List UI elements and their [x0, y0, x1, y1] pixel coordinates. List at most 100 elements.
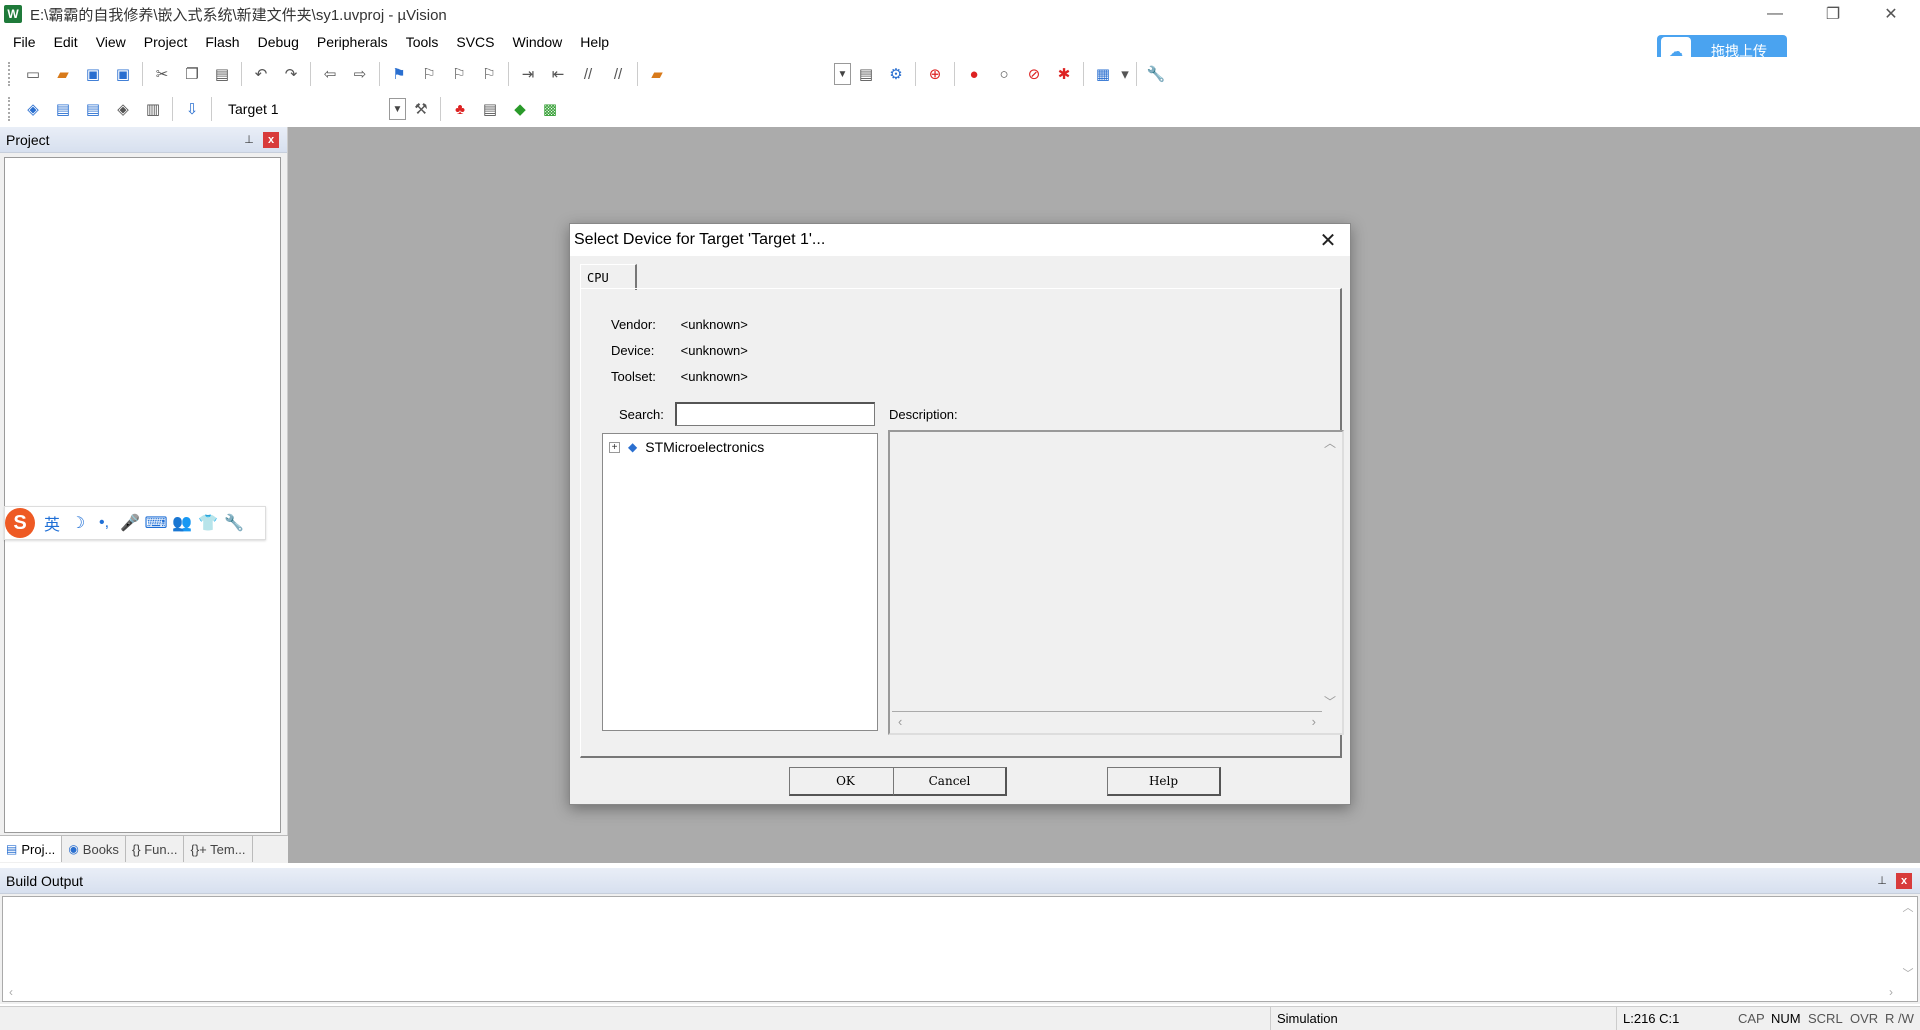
- tab-project[interactable]: ▤ Proj...: [0, 836, 63, 862]
- indent-icon[interactable]: ⇥: [515, 61, 541, 87]
- find-in-files-icon[interactable]: ▰: [644, 61, 670, 87]
- manage-multi-project-icon[interactable]: ▤: [477, 96, 503, 122]
- menu-flash[interactable]: Flash: [196, 29, 248, 55]
- target-dropdown-icon[interactable]: ▼: [389, 98, 406, 120]
- microphone-icon[interactable]: 🎤: [117, 513, 143, 533]
- manage-project-items-icon[interactable]: ♣: [447, 96, 473, 122]
- keyboard-icon[interactable]: ⌨: [143, 513, 169, 533]
- window-layout-icon[interactable]: ▦: [1090, 61, 1116, 87]
- scroll-up-icon[interactable]: ︿: [1903, 899, 1914, 915]
- copy-icon[interactable]: ❐: [179, 61, 205, 87]
- scroll-right-icon[interactable]: ›: [1312, 714, 1316, 729]
- find-icon[interactable]: ▤: [853, 61, 879, 87]
- help-button[interactable]: Help: [1107, 767, 1221, 796]
- batch-build-icon[interactable]: ◈: [110, 96, 136, 122]
- navigate-back-icon[interactable]: ⇦: [317, 61, 343, 87]
- device-tree[interactable]: + ◆ STMicroelectronics: [602, 433, 878, 731]
- kill-breakpoints-icon[interactable]: ✱: [1051, 61, 1077, 87]
- menu-peripherals[interactable]: Peripherals: [308, 29, 397, 55]
- tree-node-stmicroelectronics[interactable]: + ◆ STMicroelectronics: [609, 439, 764, 455]
- paste-icon[interactable]: ▤: [209, 61, 235, 87]
- cancel-button[interactable]: Cancel: [893, 767, 1007, 796]
- build-icon[interactable]: ▤: [50, 96, 76, 122]
- build-output-text[interactable]: ︿ ﹀ ‹ ›: [2, 896, 1918, 1002]
- tab-functions[interactable]: {} Fun...: [126, 836, 185, 862]
- punctuation-icon[interactable]: •,: [91, 514, 117, 532]
- tab-books[interactable]: ◉ Books: [62, 836, 126, 862]
- minimize-button[interactable]: —: [1746, 0, 1804, 28]
- bookmark-prev-icon[interactable]: ⚐: [416, 61, 442, 87]
- window-layout-dropdown-icon[interactable]: ▾: [1120, 61, 1130, 87]
- configure-wrench-icon[interactable]: 🔧: [1143, 61, 1169, 87]
- menu-edit[interactable]: Edit: [45, 29, 87, 55]
- manage-run-time-environment-icon[interactable]: ◆: [507, 96, 533, 122]
- tab-cpu[interactable]: CPU: [580, 264, 637, 290]
- find-combo-dropdown-icon[interactable]: ▼: [834, 63, 851, 85]
- menu-window[interactable]: Window: [504, 29, 572, 55]
- pin-icon[interactable]: ⊥: [1874, 873, 1890, 889]
- uncomment-icon[interactable]: //: [605, 61, 631, 87]
- scroll-up-icon[interactable]: ︿: [1324, 434, 1336, 451]
- pack-installer-icon[interactable]: ▩: [537, 96, 563, 122]
- expand-plus-icon[interactable]: +: [609, 441, 620, 453]
- restore-button[interactable]: ❐: [1804, 0, 1862, 28]
- ime-language-toggle[interactable]: 英: [39, 511, 65, 535]
- download-load-icon[interactable]: ⇩: [179, 96, 205, 122]
- unindent-icon[interactable]: ⇤: [545, 61, 571, 87]
- save-icon[interactable]: ▣: [80, 61, 106, 87]
- search-input[interactable]: [675, 402, 875, 426]
- menu-svcs[interactable]: SVCS: [447, 29, 503, 55]
- bookmark-clear-icon[interactable]: ⚐: [476, 61, 502, 87]
- toolbar-grip[interactable]: [8, 62, 12, 86]
- start-debug-icon[interactable]: ⊕: [922, 61, 948, 87]
- dialog-close-icon[interactable]: ✕: [1306, 224, 1350, 256]
- save-all-icon[interactable]: ▣: [110, 61, 136, 87]
- sogou-logo-icon[interactable]: S: [5, 508, 35, 538]
- description-vertical-scrollbar[interactable]: ︿ ﹀: [1320, 434, 1340, 710]
- scroll-down-icon[interactable]: ﹀: [1324, 693, 1336, 710]
- pin-icon[interactable]: ⊥: [241, 132, 257, 148]
- close-icon[interactable]: x: [1896, 872, 1912, 889]
- ok-button[interactable]: OK: [789, 767, 903, 796]
- close-icon[interactable]: x: [263, 131, 279, 148]
- insert-breakpoint-icon[interactable]: ●: [961, 61, 987, 87]
- bookmark-next-icon[interactable]: ⚐: [446, 61, 472, 87]
- menu-debug[interactable]: Debug: [249, 29, 308, 55]
- disable-breakpoints-icon[interactable]: ⊘: [1021, 61, 1047, 87]
- project-tree[interactable]: [4, 157, 281, 833]
- stop-build-icon[interactable]: ▥: [140, 96, 166, 122]
- scroll-left-icon[interactable]: ‹: [9, 985, 13, 999]
- rebuild-icon[interactable]: ▤: [80, 96, 106, 122]
- tab-templates[interactable]: {}+ Tem...: [184, 836, 253, 862]
- comment-icon[interactable]: //: [575, 61, 601, 87]
- scroll-left-icon[interactable]: ‹: [898, 714, 902, 729]
- toolbar-grip[interactable]: [8, 97, 12, 121]
- cut-icon[interactable]: ✂: [149, 61, 175, 87]
- options-for-target-icon[interactable]: ⚒: [408, 96, 434, 122]
- translate-icon[interactable]: ◈: [20, 96, 46, 122]
- skin-shirt-icon[interactable]: 👕: [195, 513, 221, 533]
- redo-icon[interactable]: ↷: [278, 61, 304, 87]
- navigate-forward-icon[interactable]: ⇨: [347, 61, 373, 87]
- undo-icon[interactable]: ↶: [248, 61, 274, 87]
- scroll-right-icon[interactable]: ›: [1889, 985, 1893, 999]
- menu-help[interactable]: Help: [571, 29, 618, 55]
- close-window-button[interactable]: ✕: [1862, 0, 1920, 28]
- scroll-down-icon[interactable]: ﹀: [1903, 965, 1914, 981]
- menu-tools[interactable]: Tools: [397, 29, 448, 55]
- new-file-icon[interactable]: ▭: [20, 61, 46, 87]
- menu-file[interactable]: File: [4, 29, 45, 55]
- user-icon[interactable]: 👥: [169, 513, 195, 533]
- moon-icon[interactable]: ☽: [65, 513, 91, 533]
- incremental-find-icon[interactable]: ⚙: [883, 61, 909, 87]
- description-horizontal-scrollbar[interactable]: ‹ ›: [892, 711, 1322, 731]
- tools-wrench-icon[interactable]: 🔧: [221, 513, 247, 533]
- enable-breakpoint-icon[interactable]: ○: [991, 61, 1017, 87]
- bookmark-toggle-icon[interactable]: ⚑: [386, 61, 412, 87]
- build-output-horizontal-scrollbar[interactable]: ‹ ›: [3, 983, 1899, 1001]
- target-select[interactable]: Target 1 ▼: [220, 97, 406, 121]
- open-file-icon[interactable]: ▰: [50, 61, 76, 87]
- build-output-vertical-scrollbar[interactable]: ︿ ﹀: [1899, 897, 1917, 983]
- menu-view[interactable]: View: [87, 29, 135, 55]
- menu-project[interactable]: Project: [135, 29, 197, 55]
